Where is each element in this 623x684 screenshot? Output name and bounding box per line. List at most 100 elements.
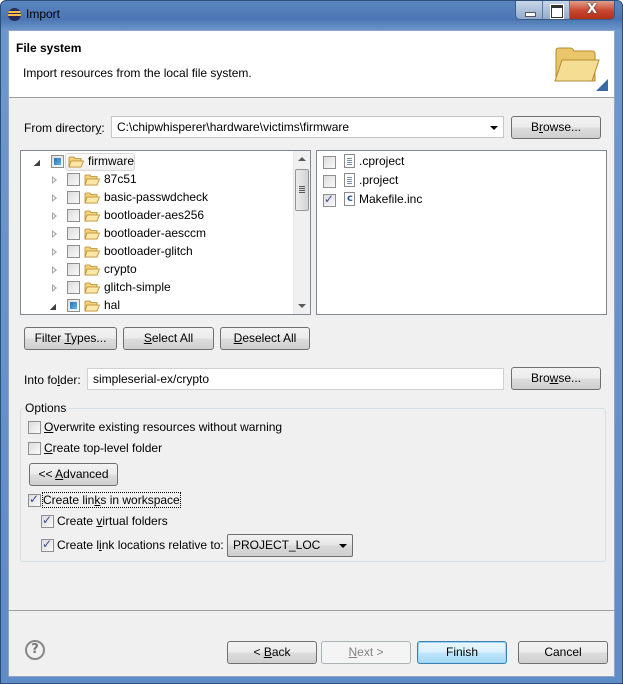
scroll-down-icon[interactable] — [298, 304, 306, 308]
virtual-folders-label[interactable]: Create virtual folders — [57, 514, 168, 528]
tree-item-checkbox[interactable] — [67, 191, 80, 204]
create-links-label[interactable]: Create links in workspace — [42, 492, 181, 508]
tree-item-label: bootloader-aes256 — [104, 208, 205, 222]
expand-arrow-icon[interactable] — [52, 266, 57, 274]
folder-open-icon — [554, 47, 600, 82]
next-button[interactable]: Next > — [321, 641, 411, 664]
finish-button[interactable]: Finish — [417, 641, 507, 664]
overwrite-label[interactable]: Overwrite existing resources without war… — [44, 420, 282, 434]
tree-item-checkbox[interactable] — [67, 263, 80, 276]
file-item-checkbox[interactable] — [323, 175, 336, 188]
from-directory-label: From directory: — [24, 121, 105, 135]
collapse-arrow-icon[interactable] — [34, 160, 40, 166]
browse-directory-button[interactable]: Browse... — [511, 116, 601, 139]
tree-item[interactable]: bootloader-glitch — [21, 243, 291, 261]
file-item[interactable]: .project — [317, 172, 587, 190]
expand-arrow-icon[interactable] — [52, 212, 57, 220]
tree-item-label: basic-passwdcheck — [104, 190, 209, 204]
relative-to-select[interactable]: PROJECT_LOC — [227, 534, 353, 557]
tree-item[interactable]: 87c51 — [21, 171, 291, 189]
into-folder-input[interactable]: simpleserial-ex/crypto — [87, 368, 504, 390]
tree-item[interactable]: bootloader-aesccm — [21, 225, 291, 243]
folder-icon — [84, 192, 101, 204]
chevron-down-icon[interactable] — [339, 544, 347, 548]
overwrite-checkbox[interactable] — [28, 421, 41, 434]
title-bar[interactable]: Import X — [1, 1, 622, 29]
dialog-body: File system Import resources from the lo… — [8, 30, 615, 677]
select-all-button[interactable]: Select All — [123, 327, 214, 350]
import-dialog: Import X File system Import resources fr… — [0, 0, 623, 684]
create-links-checkbox[interactable] — [28, 492, 41, 507]
tree-item-checkbox[interactable] — [67, 245, 80, 258]
tree-item-checkbox[interactable] — [67, 281, 80, 294]
tree-item-label: glitch-simple — [104, 280, 171, 294]
tree-item-checkbox[interactable] — [67, 209, 80, 222]
tree-item[interactable]: crypto — [21, 261, 291, 279]
text-file-icon — [344, 173, 355, 187]
file-item-checkbox[interactable] — [323, 192, 336, 207]
relative-locations-checkbox[interactable] — [41, 537, 54, 552]
file-item-label: .project — [359, 173, 399, 187]
from-directory-value: C:\chipwhisperer\hardware\victims\firmwa… — [117, 120, 350, 134]
top-level-folder-checkbox[interactable] — [28, 442, 41, 455]
caption-buttons: X — [515, 1, 615, 20]
file-item[interactable]: Makefile.inc — [317, 191, 587, 209]
back-button[interactable]: < Back — [227, 641, 317, 664]
tree-item[interactable]: basic-passwdcheck — [21, 189, 291, 207]
minimize-button[interactable] — [516, 1, 543, 19]
help-icon[interactable]: ? — [25, 640, 45, 660]
tree-item-checkbox[interactable] — [67, 173, 80, 186]
folder-tree[interactable]: firmware 87c51 basic-passwdcheck bootloader… — [20, 150, 311, 315]
tree-item-checkbox[interactable] — [67, 299, 80, 312]
browse-folder-button[interactable]: Browse... — [511, 367, 601, 390]
header-corner-decoration — [596, 79, 608, 91]
file-item-label: Makefile.inc — [359, 192, 423, 206]
deselect-all-button[interactable]: Deselect All — [220, 327, 310, 350]
into-folder-value: simpleserial-ex/crypto — [93, 372, 210, 386]
file-item-label: .cproject — [359, 154, 405, 168]
expand-arrow-icon[interactable] — [52, 230, 57, 238]
expand-arrow-icon[interactable] — [52, 284, 57, 292]
file-list[interactable]: .cproject .project Makefile.inc — [316, 150, 607, 315]
expand-arrow-icon[interactable] — [52, 194, 57, 202]
tree-item-checkbox[interactable] — [67, 227, 80, 240]
scroll-thumb[interactable] — [295, 169, 309, 211]
relative-to-value: PROJECT_LOC — [233, 538, 321, 552]
folder-icon — [84, 174, 101, 186]
top-level-folder-label[interactable]: Create top-level folder — [44, 441, 162, 455]
virtual-folders-checkbox[interactable] — [41, 513, 54, 528]
page-title: File system — [16, 41, 82, 55]
advanced-button[interactable]: << Advanced — [29, 463, 118, 486]
tree-item[interactable]: firmware — [21, 153, 291, 171]
tree-scrollbar[interactable] — [293, 151, 310, 314]
options-group-title: Options — [23, 401, 69, 415]
tree-item[interactable]: bootloader-aes256 — [21, 207, 291, 225]
relative-locations-label[interactable]: Create link locations relative to: — [57, 538, 224, 552]
folder-icon — [84, 246, 101, 258]
tree-item[interactable]: hal — [21, 297, 291, 315]
wizard-header: File system Import resources from the lo… — [9, 31, 614, 98]
scroll-up-icon[interactable] — [298, 157, 306, 161]
footer-separator — [9, 610, 614, 611]
collapse-arrow-icon[interactable] — [50, 304, 56, 310]
close-button[interactable]: X — [570, 1, 614, 19]
from-directory-combo[interactable]: C:\chipwhisperer\hardware\victims\firmwa… — [111, 116, 504, 138]
maximize-button[interactable] — [543, 1, 570, 19]
c-file-icon — [344, 192, 355, 206]
cancel-button[interactable]: Cancel — [518, 641, 608, 664]
tree-item[interactable]: glitch-simple — [21, 279, 291, 297]
expand-arrow-icon[interactable] — [52, 248, 57, 256]
tree-item-label: bootloader-aesccm — [104, 226, 207, 240]
folder-icon — [84, 210, 101, 222]
text-file-icon — [344, 154, 355, 168]
expand-arrow-icon[interactable] — [52, 176, 57, 184]
into-folder-label: Into folder: — [24, 373, 81, 387]
file-item[interactable]: .cproject — [317, 153, 587, 171]
chevron-down-icon[interactable] — [490, 126, 498, 130]
file-item-checkbox[interactable] — [323, 156, 336, 169]
folder-icon — [68, 156, 85, 168]
tree-item-checkbox[interactable] — [51, 155, 64, 168]
filter-types-button[interactable]: Filter Types... — [24, 327, 117, 350]
folder-icon — [84, 264, 101, 276]
tree-item-label: bootloader-glitch — [104, 244, 193, 258]
